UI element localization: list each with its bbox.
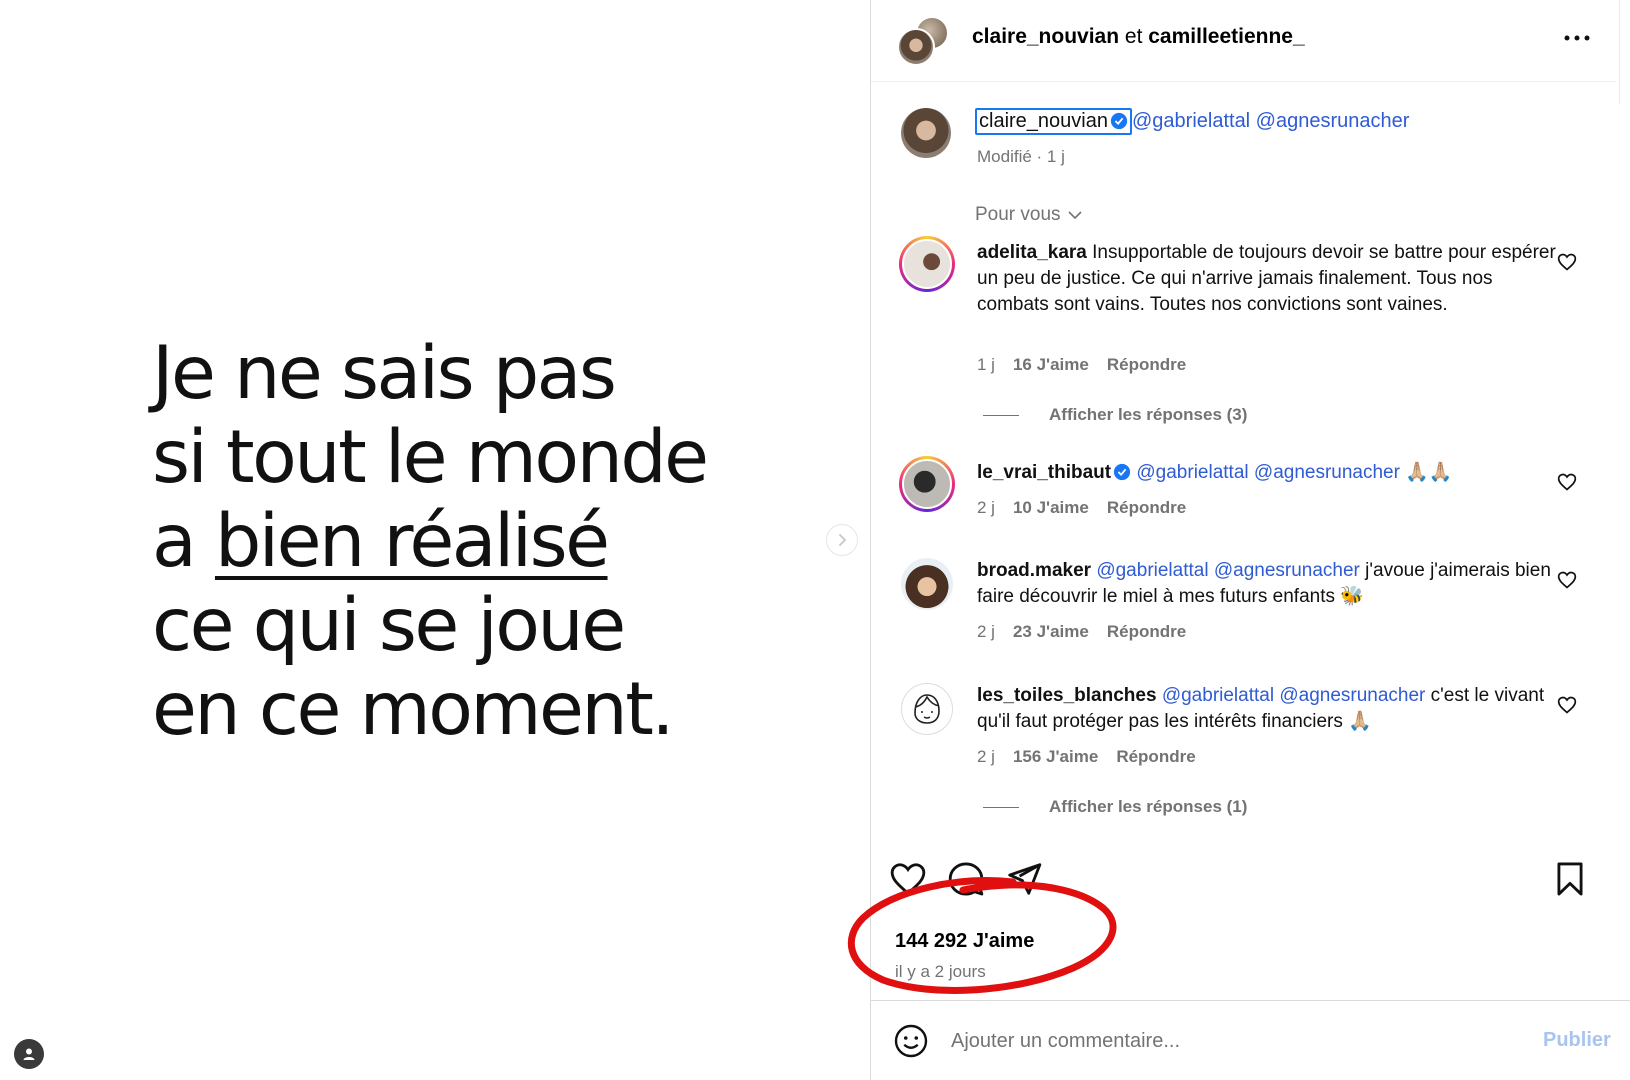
emoji-icon[interactable] xyxy=(893,1023,929,1059)
replies-divider xyxy=(983,414,1019,416)
comment-sort-dropdown[interactable]: Pour vous xyxy=(975,204,1083,226)
verified-icon xyxy=(1114,463,1131,481)
likes-count[interactable]: 144 292 J'aime xyxy=(895,930,1034,953)
replies-divider xyxy=(983,806,1019,808)
comment-text: adelita_kara Insupportable de toujours d… xyxy=(977,240,1557,318)
chevron-down-icon xyxy=(1067,211,1082,220)
quote-line-3-start: a xyxy=(152,499,197,584)
collab-avatars[interactable] xyxy=(897,16,951,66)
view-replies-button[interactable]: Afficher les réponses (1) xyxy=(983,797,1247,817)
heart-icon[interactable] xyxy=(889,860,927,898)
comment-username[interactable]: les_toiles_blanches xyxy=(977,685,1157,706)
comment-avatar[interactable] xyxy=(899,456,955,512)
comment-likes[interactable]: 23 J'aime xyxy=(1013,622,1089,641)
comment-avatar[interactable] xyxy=(901,558,953,610)
comment-username[interactable]: adelita_kara xyxy=(977,242,1087,263)
account-icon xyxy=(23,1048,35,1060)
verified-icon xyxy=(1110,112,1128,130)
view-replies-label: Afficher les réponses (3) xyxy=(1049,405,1248,424)
comment-body: @gabrielattal @agnesrunacher 🙏🏼🙏🏼 xyxy=(1136,462,1453,483)
chevron-right-icon xyxy=(839,534,847,546)
caption-meta: Modifié · 1 j xyxy=(977,147,1065,166)
more-icon xyxy=(1564,35,1590,41)
post-quote: Je ne sais pas si tout le monde a bien r… xyxy=(152,331,709,752)
heart-icon[interactable] xyxy=(1557,570,1577,590)
comment-likes[interactable]: 156 J'aime xyxy=(1013,747,1098,766)
comment-time: 1 j xyxy=(977,355,995,374)
post-image: Je ne sais pas si tout le monde a bien r… xyxy=(0,0,870,1080)
comment-meta: 2 j 156 J'aime Répondre xyxy=(977,747,1214,767)
quote-line-5: en ce moment. xyxy=(152,667,675,752)
comment-likes[interactable]: 16 J'aime xyxy=(1013,355,1089,374)
caption: claire_nouvian @gabrielattal @agnesrunach… xyxy=(975,108,1409,135)
comment-mentions[interactable]: @gabrielattal @agnesrunacher xyxy=(1162,685,1426,706)
share-icon[interactable] xyxy=(1005,860,1043,898)
more-options-button[interactable] xyxy=(1561,22,1593,54)
comment-avatar[interactable] xyxy=(899,236,955,292)
reply-button[interactable]: Répondre xyxy=(1107,355,1186,374)
comment-meta: 1 j 16 J'aime Répondre xyxy=(977,355,1204,375)
quote-line-3: a bien réalisé xyxy=(152,500,707,584)
caption-mentions[interactable]: @gabrielattal @agnesrunacher xyxy=(1132,110,1409,132)
add-comment-bar: Publier xyxy=(871,1000,1630,1080)
comment-avatar[interactable] xyxy=(901,683,953,735)
caption-username-text: claire_nouvian xyxy=(979,110,1108,132)
heart-icon[interactable] xyxy=(1557,695,1577,715)
view-replies-button[interactable]: Afficher les réponses (3) xyxy=(983,405,1247,425)
avatar-claire-nouvian xyxy=(897,28,935,66)
comment-icon[interactable] xyxy=(947,860,985,898)
quote-line-1: Je ne sais pas xyxy=(152,331,617,416)
reply-button[interactable]: Répondre xyxy=(1116,747,1195,766)
post-authors: claire_nouvian et camilleetienne_ xyxy=(972,25,1305,49)
comment-mentions[interactable]: @gabrielattal @agnesrunacher xyxy=(1096,560,1360,581)
caption-avatar[interactable] xyxy=(901,108,951,158)
reply-button[interactable]: Répondre xyxy=(1107,622,1186,641)
heart-icon[interactable] xyxy=(1557,252,1577,272)
post-header: claire_nouvian et camilleetienne_ xyxy=(871,0,1616,82)
post-actions xyxy=(871,860,1616,900)
comment-time: 2 j xyxy=(977,747,995,766)
reply-button[interactable]: Répondre xyxy=(1107,498,1186,517)
comment-sort-label: Pour vous xyxy=(975,204,1061,225)
heart-icon[interactable] xyxy=(1557,472,1577,492)
comment-input[interactable] xyxy=(951,1023,1471,1059)
author-link-2[interactable]: camilleetienne_ xyxy=(1148,25,1304,48)
comment-meta: 2 j 10 J'aime Répondre xyxy=(977,498,1204,518)
account-button[interactable] xyxy=(14,1039,44,1069)
comment-time: 2 j xyxy=(977,498,995,517)
face-logo-icon xyxy=(914,694,940,724)
comment-likes[interactable]: 10 J'aime xyxy=(1013,498,1089,517)
comment-text: broad.maker @gabrielattal @agnesrunacher… xyxy=(977,558,1557,610)
bookmark-icon[interactable] xyxy=(1551,860,1589,898)
next-slide-button[interactable] xyxy=(826,524,858,556)
comment-text: les_toiles_blanches @gabrielattal @agnes… xyxy=(977,683,1557,735)
publish-button[interactable]: Publier xyxy=(1543,1029,1611,1052)
author-link-1[interactable]: claire_nouvian xyxy=(972,25,1119,48)
quote-underlined: bien réalisé xyxy=(214,499,610,584)
comment-username[interactable]: le_vrai_thibaut xyxy=(977,462,1111,483)
comment-meta: 2 j 23 J'aime Répondre xyxy=(977,622,1204,642)
post-date: il y a 2 jours xyxy=(895,962,986,981)
authors-joiner: et xyxy=(1119,25,1149,48)
quote-line-4: ce qui se joue xyxy=(152,583,626,668)
comment-text: le_vrai_thibaut @gabrielattal @agnesruna… xyxy=(977,460,1557,486)
comment-username[interactable]: broad.maker xyxy=(977,560,1091,581)
comment-time: 2 j xyxy=(977,622,995,641)
scrollbar[interactable] xyxy=(1619,0,1630,104)
view-replies-label: Afficher les réponses (1) xyxy=(1049,797,1248,816)
quote-line-2: si tout le monde xyxy=(152,415,709,500)
post-panel: claire_nouvian et camilleetienne_ claire… xyxy=(870,0,1630,1080)
caption-username[interactable]: claire_nouvian xyxy=(975,108,1132,135)
